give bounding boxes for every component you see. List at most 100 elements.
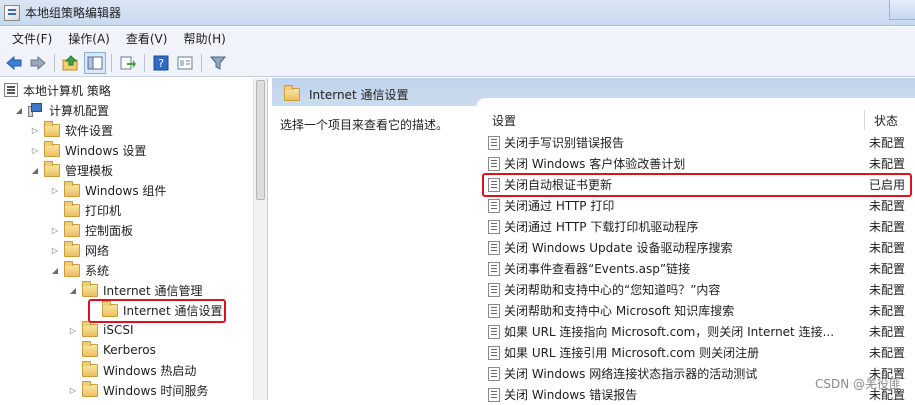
tree-item[interactable]: 打印机 bbox=[50, 200, 121, 220]
setting-state: 未配置 bbox=[869, 157, 906, 171]
column-header-setting[interactable]: 设置 bbox=[492, 110, 516, 130]
menu-bar: 文件(F) 操作(A) 查看(V) 帮助(H) bbox=[0, 27, 915, 49]
up-folder-icon[interactable] bbox=[60, 52, 82, 74]
setting-row[interactable]: 关闭帮助和支持中心 Microsoft 知识库搜索 未配置 bbox=[476, 300, 915, 321]
tree-item-label: 打印机 bbox=[85, 203, 122, 218]
setting-row[interactable]: 关闭事件查看器“Events.asp”链接 未配置 bbox=[476, 258, 915, 279]
setting-name: 关闭帮助和支持中心 Microsoft 知识库搜索 bbox=[504, 304, 735, 318]
tree-item[interactable]: ◢ 计算机配置 bbox=[14, 100, 109, 120]
setting-row[interactable]: 关闭 Windows 客户体验改善计划 未配置 bbox=[476, 153, 915, 174]
setting-state: 未配置 bbox=[869, 304, 906, 318]
tree-item[interactable]: ▷ 控制面板 bbox=[50, 220, 133, 240]
policy-setting-icon bbox=[488, 366, 500, 381]
menu-file[interactable]: 文件(F) bbox=[4, 30, 60, 47]
tree-item-label: Kerberos bbox=[103, 343, 156, 357]
folder-icon bbox=[82, 380, 98, 397]
folder-icon bbox=[82, 320, 98, 337]
setting-row[interactable]: 如果 URL 连接指向 Microsoft.com，则关闭 Internet 连… bbox=[476, 321, 915, 342]
menu-view[interactable]: 查看(V) bbox=[118, 30, 176, 47]
tree-item[interactable]: Kerberos bbox=[68, 340, 156, 360]
setting-name: 关闭 Windows Update 设备驱动程序搜索 bbox=[504, 241, 733, 255]
policy-setting-icon bbox=[488, 387, 500, 402]
tree-item-label: Windows 设置 bbox=[65, 143, 147, 158]
tree-item[interactable]: Windows 热启动 bbox=[68, 360, 196, 380]
expand-arrow-icon[interactable]: ▷ bbox=[30, 146, 40, 155]
tree-item[interactable]: ◢ Internet 通信管理 bbox=[68, 280, 202, 300]
properties-icon[interactable] bbox=[174, 52, 196, 74]
setting-row[interactable]: 关闭帮助和支持中心的“您知道吗？”内容 未配置 bbox=[476, 279, 915, 300]
toolbar-separator bbox=[54, 53, 55, 72]
column-header-state[interactable]: 状态 bbox=[874, 110, 898, 130]
expand-arrow-icon[interactable]: ▷ bbox=[50, 186, 60, 195]
help-icon[interactable]: ? bbox=[150, 52, 172, 74]
tree-item[interactable]: ▷ Windows 时间服务 bbox=[68, 380, 208, 400]
policy-setting-icon bbox=[488, 324, 500, 339]
policy-setting-icon bbox=[488, 219, 500, 234]
setting-name: 关闭通过 HTTP 下载打印机驱动程序 bbox=[504, 220, 699, 234]
folder-icon bbox=[82, 340, 98, 357]
tree-item[interactable]: ◢ 系统 bbox=[50, 260, 109, 280]
folder-icon bbox=[44, 140, 60, 157]
column-divider[interactable] bbox=[864, 110, 865, 130]
export-list-icon[interactable] bbox=[117, 52, 139, 74]
setting-row[interactable]: 关闭通过 HTTP 打印 未配置 bbox=[476, 195, 915, 216]
window-title: 本地组策略编辑器 bbox=[25, 6, 122, 20]
setting-row[interactable]: 关闭手写识别错误报告 未配置 bbox=[476, 132, 915, 153]
collapse-arrow-icon[interactable]: ◢ bbox=[30, 166, 40, 175]
setting-name: 如果 URL 连接引用 Microsoft.com 则关闭注册 bbox=[504, 346, 760, 360]
window-control-button[interactable] bbox=[889, 0, 915, 20]
setting-name: 关闭事件查看器“Events.asp”链接 bbox=[504, 262, 691, 276]
tree-item-label: 软件设置 bbox=[65, 123, 114, 138]
tree-item-label: Internet 通信管理 bbox=[103, 283, 203, 298]
tree-item[interactable]: ◢ 管理模板 bbox=[30, 160, 113, 180]
filter-icon[interactable] bbox=[207, 52, 229, 74]
collapse-arrow-icon[interactable]: ◢ bbox=[14, 106, 24, 115]
tree-item[interactable]: ▷ 软件设置 bbox=[30, 120, 113, 140]
tree-item[interactable]: ▷ Windows 组件 bbox=[50, 180, 166, 200]
tree-scrollbar[interactable] bbox=[253, 78, 267, 400]
tree-item[interactable]: 本地计算机 策略 bbox=[4, 80, 111, 100]
policy-setting-icon bbox=[488, 156, 500, 171]
forward-arrow-icon[interactable] bbox=[27, 52, 49, 74]
expand-arrow-icon[interactable]: ▷ bbox=[50, 226, 60, 235]
policy-setting-icon bbox=[488, 261, 500, 276]
setting-name: 关闭通过 HTTP 打印 bbox=[504, 199, 615, 213]
setting-state: 未配置 bbox=[869, 262, 906, 276]
expand-arrow-icon[interactable]: ▷ bbox=[68, 386, 78, 395]
tree-pane: 本地计算机 策略 ◢ 计算机配置 ▷ 软件设置 ▷ Windows 设置 ◢ 管理模板 ▷ Wind… bbox=[0, 78, 268, 400]
settings-list: 设置 状态 关闭手写识别错误报告 未配置 关闭 Windows 客户体验改善计划 未配… bbox=[476, 98, 915, 402]
policy-setting-icon bbox=[488, 303, 500, 318]
policy-setting-icon bbox=[488, 135, 500, 150]
details-header: Internet 通信设置 bbox=[284, 85, 409, 103]
expand-arrow-icon[interactable]: ▷ bbox=[30, 126, 40, 135]
folder-icon bbox=[64, 260, 80, 277]
svg-text:?: ? bbox=[158, 57, 164, 70]
tree-item[interactable]: ▷ iSCSI bbox=[68, 320, 134, 340]
tree-scrollbar-thumb[interactable] bbox=[256, 80, 265, 200]
setting-name: 关闭帮助和支持中心的“您知道吗？”内容 bbox=[504, 283, 721, 297]
tree-item[interactable]: ▷ 网络 bbox=[50, 240, 109, 260]
tree-item-label: Windows 热启动 bbox=[103, 363, 197, 378]
folder-icon bbox=[82, 280, 98, 297]
show-hide-tree-icon[interactable] bbox=[84, 51, 106, 74]
tree-item-label: 系统 bbox=[85, 263, 110, 278]
details-header-title: Internet 通信设置 bbox=[309, 88, 409, 102]
expand-arrow-icon[interactable]: ▷ bbox=[50, 246, 60, 255]
setting-row[interactable]: 如果 URL 连接引用 Microsoft.com 则关闭注册 未配置 bbox=[476, 342, 915, 363]
tree-item-label: Windows 时间服务 bbox=[103, 383, 209, 398]
description-panel: 选择一个项目来查看它的描述。 bbox=[272, 106, 476, 400]
gpedit-app-icon bbox=[4, 4, 20, 21]
expand-arrow-icon[interactable]: ▷ bbox=[68, 326, 78, 335]
tree-item[interactable]: ▷ Windows 设置 bbox=[30, 140, 146, 160]
folder-icon bbox=[64, 180, 80, 197]
back-arrow-icon[interactable] bbox=[3, 52, 25, 74]
collapse-arrow-icon[interactable]: ◢ bbox=[68, 286, 78, 295]
setting-name: 关闭手写识别错误报告 bbox=[504, 136, 625, 150]
setting-row[interactable]: 关闭 Windows Update 设备驱动程序搜索 未配置 bbox=[476, 237, 915, 258]
menu-help[interactable]: 帮助(H) bbox=[175, 30, 233, 47]
setting-row[interactable]: 关闭通过 HTTP 下载打印机驱动程序 未配置 bbox=[476, 216, 915, 237]
tree-item-label: iSCSI bbox=[103, 323, 134, 337]
collapse-arrow-icon[interactable]: ◢ bbox=[50, 266, 60, 275]
menu-action[interactable]: 操作(A) bbox=[60, 30, 118, 47]
watermark: CSDN @羌役匪 bbox=[814, 377, 901, 391]
